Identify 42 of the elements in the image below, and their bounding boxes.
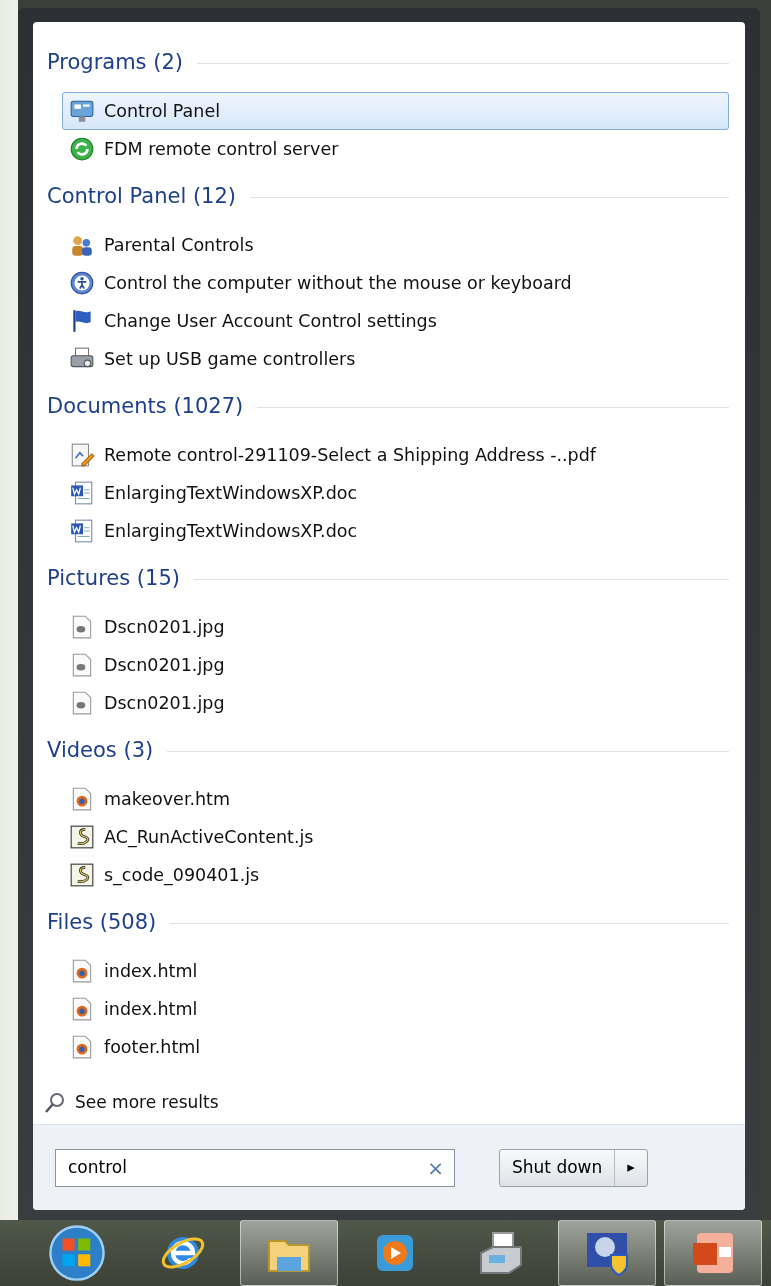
script-file-icon — [69, 824, 95, 850]
result-item[interactable]: index.html — [62, 990, 729, 1028]
section-heading: Programs (2) — [47, 49, 183, 77]
result-item[interactable]: Dscn0201.jpg — [62, 608, 729, 646]
clear-button[interactable]: × — [427, 1152, 444, 1183]
result-item[interactable]: footer.html — [62, 1028, 729, 1066]
result-item[interactable]: Control the computer without the mouse or keyboard — [62, 264, 729, 302]
fax-machine-icon — [477, 1229, 525, 1277]
result-item[interactable]: FDM remote control server — [62, 130, 729, 168]
word-document-icon — [69, 518, 95, 544]
start-orb-icon — [48, 1224, 106, 1282]
taskbar-button[interactable] — [240, 1220, 338, 1286]
search-icon — [43, 1091, 67, 1115]
result-item[interactable]: Set up USB game controllers — [62, 340, 729, 378]
section-heading: Control Panel (12) — [47, 183, 237, 211]
result-item[interactable]: Dscn0201.jpg — [62, 684, 729, 722]
result-item[interactable]: AC_RunActiveContent.js — [62, 818, 729, 856]
result-item[interactable]: makeover.htm — [62, 780, 729, 818]
circular-arrows-icon — [69, 136, 95, 162]
result-item[interactable]: index.html — [62, 952, 729, 990]
see-more-results-link[interactable]: See more results — [75, 1090, 219, 1116]
section-heading: Files (508) — [47, 909, 157, 937]
section-heading: Documents (1027) — [47, 393, 244, 421]
result-item[interactable]: Dscn0201.jpg — [62, 646, 729, 684]
script-file-icon — [69, 862, 95, 888]
result-item[interactable]: Change User Account Control settings — [62, 302, 729, 340]
result-item[interactable]: EnlargingTextWindowsXP.doc — [62, 512, 729, 550]
result-item[interactable]: Control Panel — [62, 92, 729, 130]
result-item[interactable]: Parental Controls — [62, 226, 729, 264]
document-pencil-icon — [69, 442, 95, 468]
result-item[interactable]: s_code_090401.js — [62, 856, 729, 894]
monitor-icon — [69, 98, 95, 124]
result-item[interactable]: EnlargingTextWindowsXP.doc — [62, 474, 729, 512]
section-heading: Pictures (15) — [47, 565, 180, 593]
word-document-icon — [69, 480, 95, 506]
section-heading: Videos (3) — [47, 737, 154, 765]
shut-down-options-button[interactable]: ▸ — [614, 1149, 647, 1186]
search-field[interactable]: control × — [55, 1148, 455, 1187]
result-item[interactable]: Remote control-291109-Select a Shipping Address -..pdf — [62, 436, 729, 474]
shut-down-button[interactable]: Shut down — [500, 1149, 615, 1186]
ease-of-access-icon — [69, 270, 95, 296]
taskbar-button[interactable] — [558, 1220, 656, 1286]
